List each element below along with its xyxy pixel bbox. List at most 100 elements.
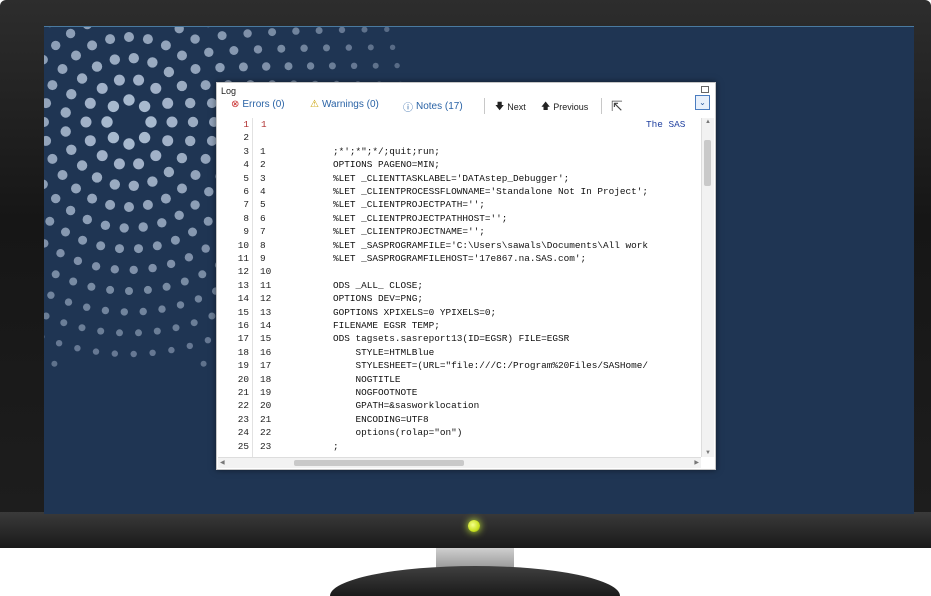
line-number: 24 xyxy=(218,427,249,438)
background-dot xyxy=(208,313,215,320)
source-line-number: 18 xyxy=(260,374,271,385)
line-number: 25 xyxy=(218,441,249,452)
background-dot xyxy=(277,45,285,53)
background-dot xyxy=(157,218,166,227)
source-line-number: 21 xyxy=(260,414,271,425)
scroll-down-arrow-icon[interactable]: ▼ xyxy=(705,450,711,456)
background-dot xyxy=(394,63,399,68)
background-dot xyxy=(105,200,115,210)
log-window[interactable]: Log ⊗ Errors (0) ⚠ Warnings (0) ⓘ Notes … xyxy=(216,82,716,470)
background-dot xyxy=(145,116,156,127)
background-dot xyxy=(168,347,174,353)
scroll-right-arrow-icon[interactable]: ▶ xyxy=(694,459,699,466)
restore-icon[interactable] xyxy=(701,86,709,93)
background-dot xyxy=(144,286,152,294)
background-dot xyxy=(171,236,180,245)
source-line-number: 10 xyxy=(260,266,271,277)
warnings-label: Warnings (0) xyxy=(322,99,379,110)
background-dot xyxy=(123,138,134,149)
horizontal-scroll-thumb[interactable] xyxy=(294,460,464,466)
next-button[interactable]: 🡇 Next xyxy=(495,99,526,115)
background-dot xyxy=(134,244,143,253)
background-dot xyxy=(285,62,293,70)
log-code-text: %LET _CLIENTTASKLABEL='DATAstep_Debugger… xyxy=(333,173,569,184)
background-dot xyxy=(124,32,134,42)
log-code-text: NOGTITLE xyxy=(333,374,401,385)
background-dot xyxy=(143,200,153,210)
log-line: 53%LET _CLIENTTASKLABEL='DATAstep_Debugg… xyxy=(218,173,700,184)
background-dot xyxy=(87,194,97,204)
background-dot xyxy=(116,329,123,336)
log-code-text: FILENAME EGSR TEMP; xyxy=(333,320,440,331)
background-dot xyxy=(96,241,105,250)
log-line: 64%LET _CLIENTPROCESSFLOWNAME='Standalon… xyxy=(218,186,700,197)
background-dot xyxy=(148,264,156,272)
errors-label: Errors (0) xyxy=(242,99,284,110)
background-dot xyxy=(181,278,189,286)
line-number: 6 xyxy=(218,186,249,197)
background-dot xyxy=(368,44,374,50)
background-dot xyxy=(47,80,57,90)
background-dot xyxy=(167,117,178,128)
background-dot xyxy=(292,27,299,34)
scroll-up-arrow-icon[interactable]: ▲ xyxy=(705,119,711,125)
background-dot xyxy=(51,361,57,367)
background-dot xyxy=(45,217,54,226)
background-dot xyxy=(44,239,49,247)
source-line-number: 1 xyxy=(260,146,266,157)
scroll-left-arrow-icon[interactable]: ◀ xyxy=(220,459,225,466)
log-code-text: ; xyxy=(333,441,339,452)
background-dot xyxy=(150,150,161,161)
background-dot xyxy=(190,200,199,209)
background-dot xyxy=(351,63,357,69)
next-label: Next xyxy=(507,102,526,112)
log-code-area[interactable]: 1 The SAS 1231;*';*";*/;quit;run;42OPTIO… xyxy=(218,118,700,457)
vertical-scrollbar[interactable]: ▲ ▼ xyxy=(701,118,714,457)
background-dot xyxy=(161,194,171,204)
vertical-scroll-thumb[interactable] xyxy=(704,140,711,186)
notes-filter-button[interactable]: ⓘ Notes (17) xyxy=(403,99,463,114)
background-dot xyxy=(129,181,139,191)
background-dot xyxy=(83,304,90,311)
background-dot xyxy=(167,260,175,268)
background-dot xyxy=(74,345,80,351)
background-dot xyxy=(373,63,379,69)
source-line-number: 5 xyxy=(260,199,266,210)
background-dot xyxy=(384,27,389,32)
chevron-down-icon[interactable]: ⌄ xyxy=(695,95,710,110)
log-code-text: GOPTIONS XPIXELS=0 YPIXELS=0; xyxy=(333,307,496,318)
previous-button[interactable]: 🡅 Previous xyxy=(541,99,588,115)
errors-filter-button[interactable]: ⊗ Errors (0) xyxy=(231,99,285,110)
previous-label: Previous xyxy=(553,102,588,112)
background-dot xyxy=(204,217,213,226)
background-dot xyxy=(243,29,251,37)
source-line-number: 15 xyxy=(260,333,271,344)
background-dot xyxy=(191,64,201,74)
background-dot xyxy=(85,98,96,109)
horizontal-scrollbar[interactable]: ◀ ▶ xyxy=(218,457,701,468)
warnings-filter-button[interactable]: ⚠ Warnings (0) xyxy=(310,99,379,110)
background-dot xyxy=(139,101,150,112)
background-dot xyxy=(316,27,323,34)
log-line: 42OPTIONS PAGENO=MIN; xyxy=(218,159,700,170)
notes-label: Notes (17) xyxy=(416,101,463,112)
log-code-text: %LET _SASPROGRAMFILEHOST='17e867.na.SAS.… xyxy=(333,253,586,264)
background-dot xyxy=(61,228,70,237)
log-line: 2 xyxy=(218,132,700,143)
background-dot xyxy=(268,28,276,36)
monitor-chin xyxy=(0,512,931,548)
background-dot xyxy=(177,184,187,194)
background-dot xyxy=(60,319,67,326)
arrow-up-icon: 🡅 xyxy=(541,99,550,115)
log-line: 31;*';*";*/;quit;run; xyxy=(218,146,700,157)
background-dot xyxy=(153,241,162,250)
line-number: 18 xyxy=(218,347,249,358)
background-dot xyxy=(202,244,210,252)
log-line: 2523; xyxy=(218,441,700,452)
monitor-stand-base xyxy=(330,566,620,596)
background-dot xyxy=(65,298,72,305)
background-dot xyxy=(71,184,81,194)
background-dot xyxy=(191,319,198,326)
source-line-number: 3 xyxy=(260,173,266,184)
background-dot xyxy=(140,308,147,315)
